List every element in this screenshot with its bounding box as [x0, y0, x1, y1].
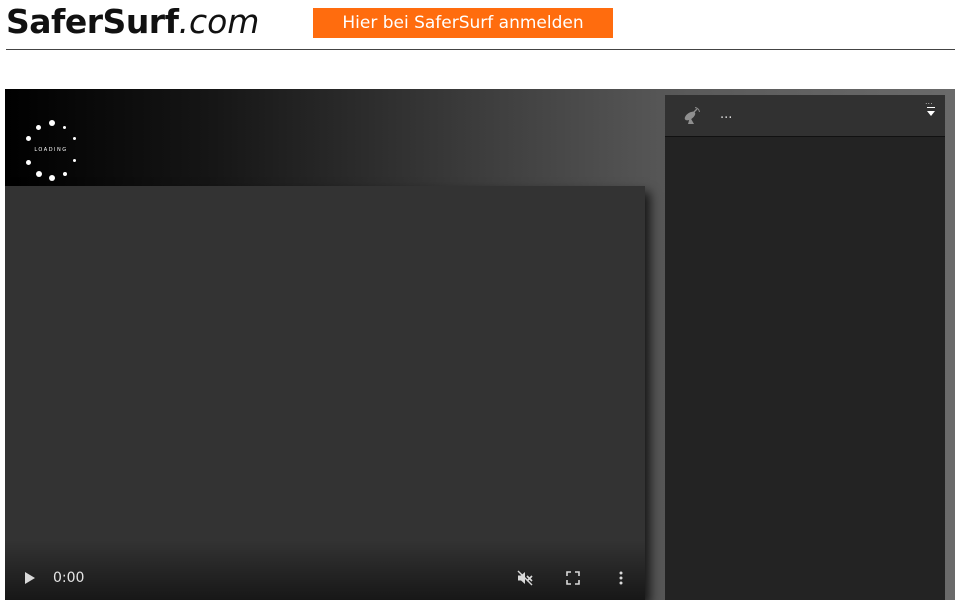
site-header: SaferSurf.com Hier bei SaferSurf anmelde…	[0, 0, 960, 52]
spinner-dot	[73, 137, 76, 140]
spinner-dot	[26, 136, 31, 141]
spinner-dot	[73, 159, 76, 162]
play-icon[interactable]	[20, 568, 40, 588]
spinner-dot	[63, 172, 67, 176]
panel-title: ...	[720, 107, 733, 122]
more-options-icon[interactable]	[611, 568, 631, 588]
spinner-dot	[26, 160, 31, 165]
video-player[interactable]: 0:00	[5, 186, 645, 600]
dropdown-caret-icon[interactable]	[927, 107, 935, 116]
side-panel: ... ...	[665, 95, 945, 600]
spinner-dot	[49, 175, 55, 181]
panel-header: ... ...	[665, 95, 945, 137]
video-controls: 0:00	[5, 540, 645, 600]
loading-label: LOADING	[34, 147, 68, 153]
signup-button[interactable]: Hier bei SaferSurf anmelden	[313, 8, 613, 38]
site-logo[interactable]: SaferSurf.com	[6, 2, 259, 42]
video-time: 0:00	[53, 570, 85, 586]
panel-more-text: ...	[925, 97, 933, 106]
player-stage: LOADING 0:00 ... ...	[5, 89, 955, 600]
fullscreen-icon[interactable]	[563, 568, 583, 588]
loading-spinner: LOADING	[22, 120, 82, 181]
spinner-dot	[36, 125, 41, 130]
logo-tld: .com	[178, 2, 260, 41]
satellite-icon	[683, 106, 701, 130]
spinner-dot	[63, 126, 66, 129]
header-divider	[6, 49, 955, 50]
logo-brand: SaferSurf	[6, 2, 179, 41]
spinner-dot	[36, 171, 42, 177]
muted-icon[interactable]	[515, 568, 535, 588]
spinner-dot	[49, 120, 55, 126]
